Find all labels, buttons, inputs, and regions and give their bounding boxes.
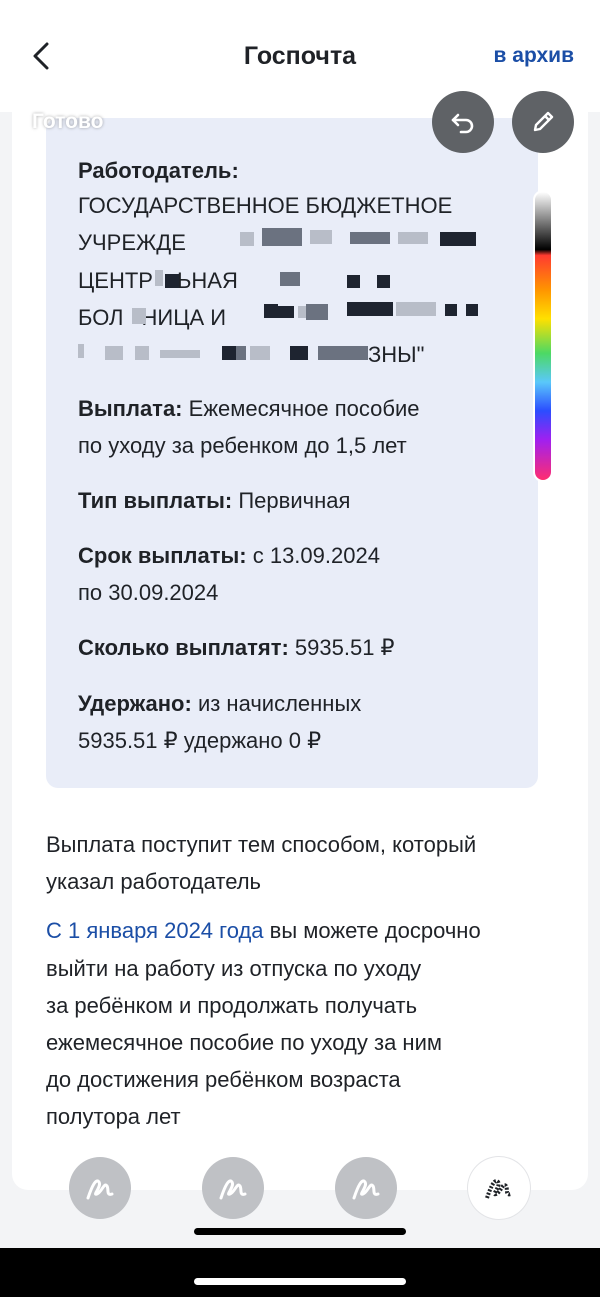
info-paragraph-line-2: выйти на работу из отпуска по уходу xyxy=(46,956,422,981)
scribble-icon xyxy=(219,1179,247,1200)
employer-label: Работодатель: xyxy=(78,158,239,183)
home-indicator-overlay xyxy=(194,1228,406,1235)
withheld-row: Удержано: из начисленных xyxy=(78,691,362,716)
pixel-scribble-icon xyxy=(485,1179,512,1199)
info-paragraph-line-1: С 1 января 2024 года вы можете досрочно xyxy=(46,918,481,943)
payment-amount-row: Сколько выплатят: 5935.51 ₽ xyxy=(78,635,395,660)
undo-button[interactable] xyxy=(432,91,494,153)
notice-line-1: Выплата поступит тем способом, который xyxy=(46,832,477,857)
withheld-row-cont: 5935.51 ₽ удержано 0 ₽ xyxy=(78,728,322,753)
archive-button[interactable]: в архив xyxy=(494,44,574,68)
payment-type-row: Тип выплаты: Первичная xyxy=(78,488,351,513)
payment-period-row-cont: по 30.09.2024 xyxy=(78,580,219,605)
early-return-link[interactable]: С 1 января 2024 года xyxy=(46,918,264,943)
info-paragraph-line-5: до достижения ребёнком возраста xyxy=(46,1067,401,1092)
pen-tool-button[interactable] xyxy=(512,91,574,153)
payment-row-cont: по уходу за ребенком до 1,5 лет xyxy=(78,433,407,458)
undo-icon xyxy=(451,113,474,134)
pixelate-tool[interactable] xyxy=(468,1157,530,1219)
pencil-tool[interactable] xyxy=(335,1157,397,1219)
payment-period-row: Срок выплаты: с 13.09.2024 xyxy=(78,543,380,568)
home-indicator[interactable] xyxy=(194,1278,406,1285)
pencil-icon xyxy=(533,111,554,132)
info-paragraph-line-3: за ребёнком и продолжать получать xyxy=(46,993,418,1018)
info-paragraph-line-6: полутора лет xyxy=(46,1104,181,1129)
bottom-bar xyxy=(0,1248,600,1297)
scribble-icon xyxy=(352,1179,380,1200)
marker-tool[interactable] xyxy=(202,1157,264,1219)
info-paragraph-line-4: ежемесячное пособие по уходу за ним xyxy=(46,1030,442,1055)
pen-tool[interactable] xyxy=(69,1157,131,1219)
notice-line-2: указал работодатель xyxy=(46,869,261,894)
payment-row: Выплата: Ежемесячное пособие xyxy=(78,396,420,421)
scribble-icon xyxy=(86,1179,114,1200)
done-button[interactable]: Готово xyxy=(32,110,103,134)
employer-name-line-1: ГОСУДАРСТВЕННОЕ БЮДЖЕТНОЕ xyxy=(78,193,453,218)
color-picker-slider[interactable] xyxy=(533,190,553,482)
